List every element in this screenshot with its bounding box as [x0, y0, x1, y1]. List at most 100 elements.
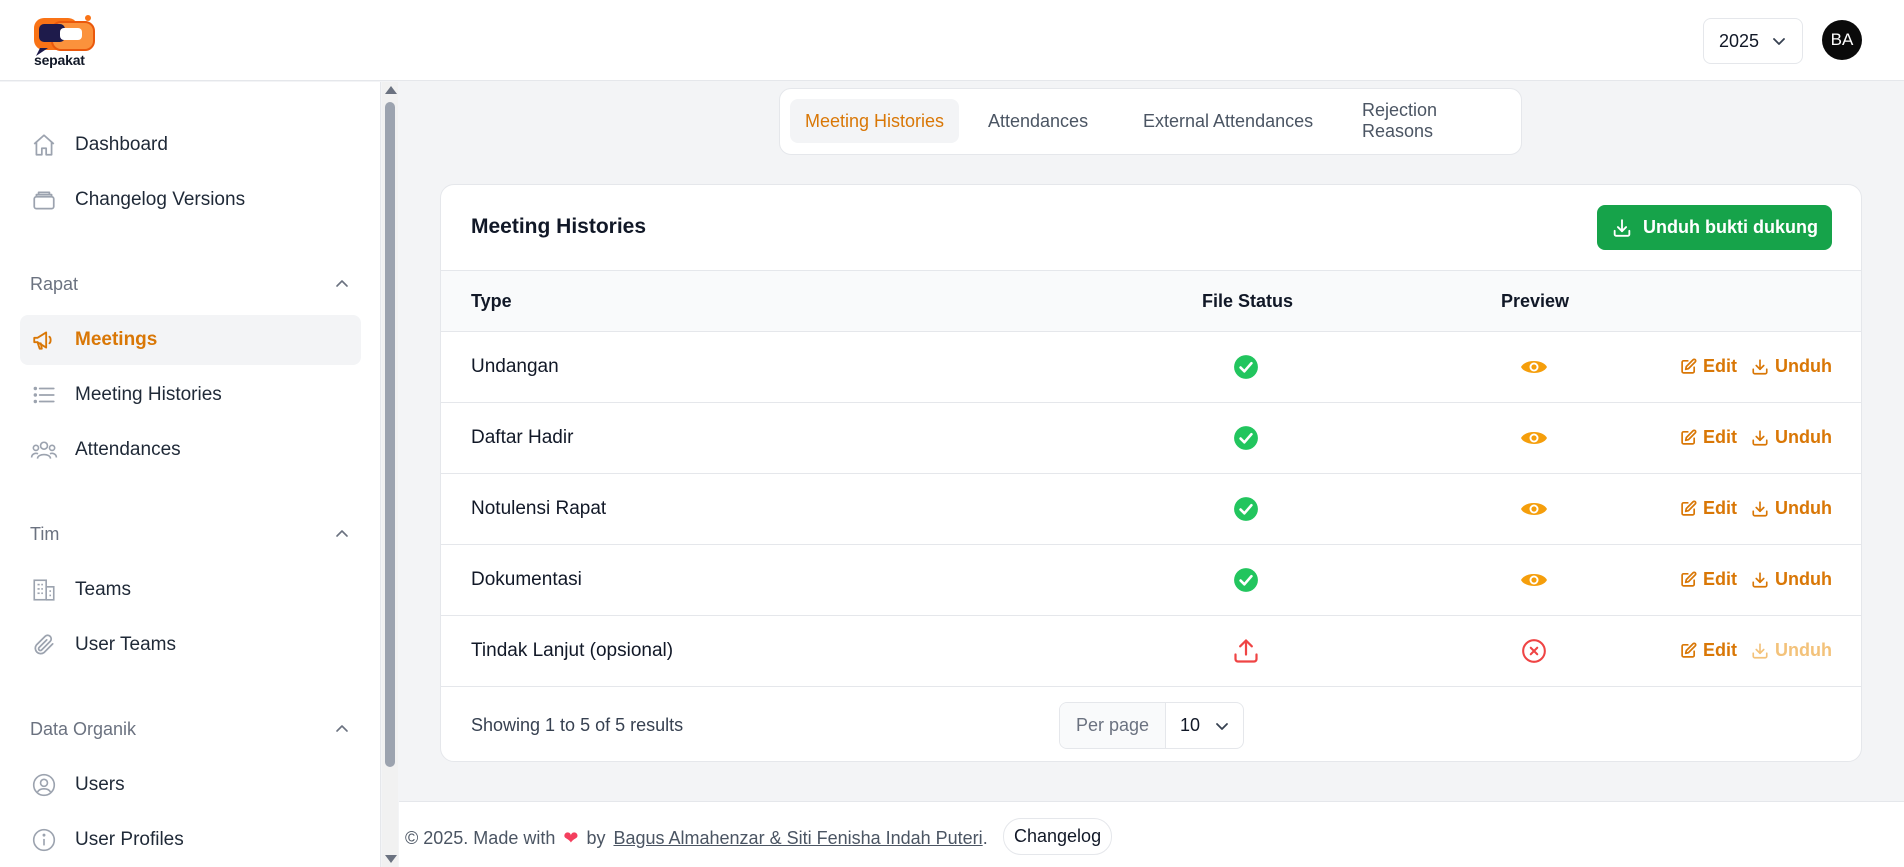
edit-icon — [1681, 500, 1697, 516]
heart-icon: ❤ — [563, 828, 579, 848]
edit-button[interactable]: Edit — [1680, 640, 1737, 661]
tabs-bar: Meeting Histories Attendances External A… — [779, 88, 1522, 155]
footer-prefix: © 2025. Made with — [405, 828, 556, 848]
edit-label: Edit — [1703, 427, 1737, 447]
sidebar-item-attendances[interactable]: Attendances — [20, 425, 361, 475]
chevron-up-icon — [336, 530, 348, 537]
column-header-file-status: File Status — [1202, 291, 1294, 311]
upload-icon[interactable] — [1232, 637, 1260, 665]
sidebar-scrollbar[interactable] — [382, 82, 398, 867]
tab-meeting-histories[interactable]: Meeting Histories — [790, 99, 960, 143]
table-row: Notulensi Rapat Edit Unduh — [441, 474, 1861, 545]
unduh-button[interactable]: Unduh — [1751, 498, 1832, 519]
download-button-label: Unduh bukti dukung — [1643, 217, 1818, 237]
scroll-thumb[interactable] — [385, 102, 395, 767]
authors-link[interactable]: Bagus Almahenzar & Siti Fenisha Indah Pu… — [613, 828, 982, 849]
stack-icon — [30, 186, 58, 214]
year-value: 2025 — [1719, 30, 1760, 51]
sidebar-group-tim[interactable]: Tim — [30, 519, 350, 549]
unduh-label: Unduh — [1775, 640, 1832, 660]
column-header-type: Type — [471, 291, 512, 311]
edit-button[interactable]: Edit — [1680, 498, 1737, 519]
sidebar-item-users[interactable]: Users — [20, 760, 361, 810]
sidebar-item-meeting-histories[interactable]: Meeting Histories — [20, 370, 361, 420]
edit-button[interactable]: Edit — [1680, 427, 1737, 448]
eye-icon[interactable] — [1520, 425, 1548, 451]
sidebar-item-changelog-versions[interactable]: Changelog Versions — [20, 175, 361, 225]
table-header: Type File Status Preview — [441, 270, 1861, 332]
download-icon — [1752, 642, 1768, 659]
megaphone-icon — [30, 326, 58, 354]
download-icon — [1752, 429, 1768, 446]
table-row: Dokumentasi Edit Unduh — [441, 545, 1861, 616]
chevron-down-icon — [1773, 38, 1785, 45]
tab-external-attendances[interactable]: External Attendances — [1128, 99, 1328, 143]
unduh-label: Unduh — [1775, 569, 1832, 589]
sidebar-group-rapat[interactable]: Rapat — [30, 269, 350, 299]
home-icon — [30, 131, 58, 159]
sidebar-item-user-profiles[interactable]: User Profiles — [20, 815, 361, 865]
sidebar: Dashboard Changelog Versions Rapat Meeti… — [0, 82, 381, 867]
chevron-down-icon — [1216, 723, 1228, 730]
sidebar-item-label: Meeting Histories — [75, 384, 222, 405]
sidebar-item-label: Dashboard — [75, 134, 168, 155]
download-evidence-button[interactable]: Unduh bukti dukung — [1597, 205, 1832, 250]
paperclip-icon — [30, 631, 58, 659]
changelog-button[interactable]: Changelog — [1003, 818, 1113, 855]
year-select[interactable]: 2025 — [1703, 18, 1803, 64]
edit-label: Edit — [1703, 498, 1737, 518]
per-page-control: Per page 10 — [1059, 702, 1244, 749]
sidebar-group-data-organik[interactable]: Data Organik — [30, 714, 350, 744]
sidebar-item-user-teams[interactable]: User Teams — [20, 620, 361, 670]
edit-button[interactable]: Edit — [1680, 356, 1737, 377]
group-title: Tim — [30, 523, 60, 544]
avatar[interactable]: BA — [1822, 20, 1862, 60]
table-row: Daftar Hadir Edit Unduh — [441, 403, 1861, 474]
download-icon — [1752, 358, 1768, 375]
download-icon — [1613, 218, 1631, 237]
eye-icon[interactable] — [1520, 567, 1548, 593]
unduh-button[interactable]: Unduh — [1751, 569, 1832, 590]
row-type: Undangan — [471, 356, 559, 377]
table-footer: Showing 1 to 5 of 5 results Per page 10 — [441, 687, 1861, 761]
sidebar-item-teams[interactable]: Teams — [20, 565, 361, 615]
per-page-label: Per page — [1060, 703, 1166, 748]
sidebar-item-label: Meetings — [75, 329, 158, 350]
list-icon — [30, 381, 58, 409]
users-icon — [30, 436, 58, 464]
unduh-button[interactable]: Unduh — [1751, 427, 1832, 448]
edit-label: Edit — [1703, 569, 1737, 589]
unduh-button[interactable]: Unduh — [1751, 356, 1832, 377]
per-page-select[interactable]: 10 — [1166, 703, 1243, 748]
group-title: Data Organik — [30, 718, 137, 739]
check-circle-icon — [1234, 355, 1258, 379]
tab-rejection-reasons[interactable]: Rejection Reasons — [1347, 99, 1521, 143]
edit-button[interactable]: Edit — [1680, 569, 1737, 590]
sidebar-item-label: Users — [75, 774, 125, 795]
card-title: Meeting Histories — [471, 215, 647, 238]
edit-icon — [1681, 358, 1697, 374]
tab-attendances[interactable]: Attendances — [973, 99, 1103, 143]
logo-text: sepakat — [34, 52, 85, 68]
scroll-up-arrow[interactable] — [385, 86, 397, 94]
eye-icon[interactable] — [1520, 354, 1548, 380]
chevron-up-icon — [336, 725, 348, 732]
row-type: Notulensi Rapat — [471, 498, 607, 519]
sidebar-item-dashboard[interactable]: Dashboard — [20, 120, 361, 170]
sidebar-item-meetings[interactable]: Meetings — [20, 315, 361, 365]
column-header-preview: Preview — [1501, 291, 1570, 311]
building-icon — [30, 576, 58, 604]
per-page-value: 10 — [1180, 715, 1201, 735]
unduh-button-disabled: Unduh — [1751, 640, 1832, 661]
table-row: Undangan Edit Unduh — [441, 332, 1861, 403]
scroll-down-arrow[interactable] — [385, 855, 397, 863]
download-icon — [1752, 500, 1768, 517]
edit-icon — [1681, 642, 1697, 658]
sidebar-item-label: Teams — [75, 579, 131, 600]
edit-icon — [1681, 571, 1697, 587]
eye-icon[interactable] — [1520, 496, 1548, 522]
check-circle-icon — [1234, 426, 1258, 450]
check-circle-icon — [1234, 568, 1258, 592]
x-circle-icon — [1522, 639, 1546, 663]
sidebar-item-label: Changelog Versions — [75, 189, 246, 210]
